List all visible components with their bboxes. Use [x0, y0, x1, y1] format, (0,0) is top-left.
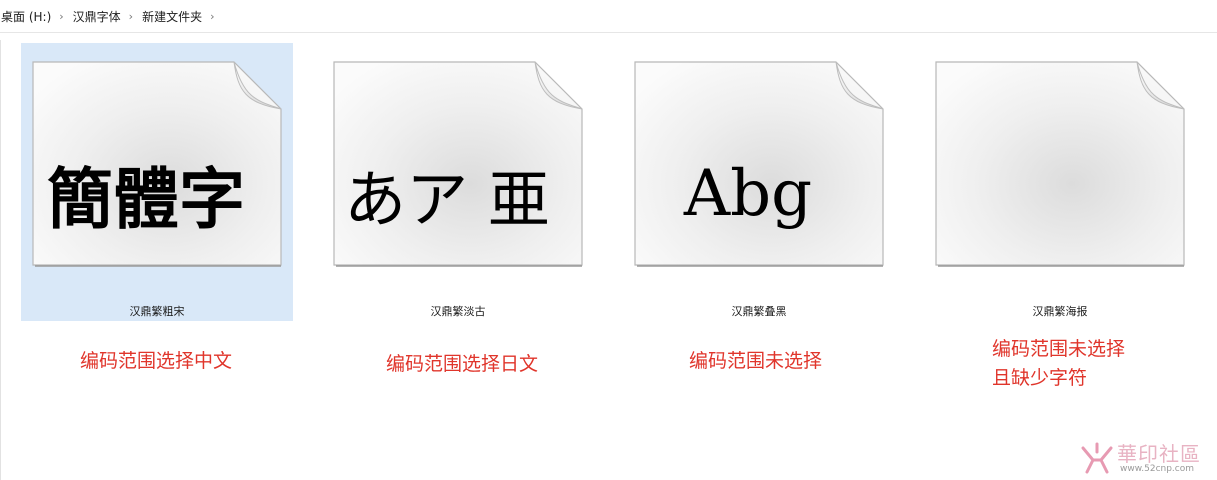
annotation-line: 编码范围选择中文: [80, 350, 233, 372]
breadcrumb-item-new-folder[interactable]: 新建文件夹: [140, 8, 204, 25]
watermark-text: 華印社區: [1117, 442, 1201, 466]
watermark-mark-icon: [1081, 442, 1113, 474]
file-name[interactable]: 汉鼎繁叠黑: [623, 303, 895, 319]
annotation-line: 且缺少字符: [992, 367, 1088, 389]
chevron-right-icon[interactable]: ›: [53, 10, 70, 23]
font-file-thumbnail: [935, 61, 1185, 267]
file-item[interactable]: あア 亜 汉鼎繁淡古: [322, 43, 594, 321]
watermark-logo: 華印社區 www.52cnp.com: [1079, 438, 1209, 478]
breadcrumb-item-font-folder[interactable]: 汉鼎字体: [71, 8, 123, 25]
font-file-thumbnail: 簡體字: [32, 61, 282, 267]
annotation-note: 编码范围未选择 且缺少字符: [992, 335, 1125, 393]
file-item[interactable]: 簡體字 汉鼎繁粗宋: [21, 43, 293, 321]
annotation-line: 编码范围选择日文: [386, 353, 539, 375]
watermark-url: www.52cnp.com: [1120, 464, 1195, 474]
font-preview-glyphs: [935, 119, 1163, 269]
file-name[interactable]: 汉鼎繁淡古: [322, 303, 594, 319]
font-preview-glyphs: 簡體字: [47, 160, 245, 238]
font-preview-glyphs: あア 亜: [344, 163, 550, 236]
breadcrumb-item-drive[interactable]: 桌面 (H:): [0, 8, 53, 25]
font-file-thumbnail: あア 亜: [333, 61, 583, 267]
annotation-line: 编码范围未选择: [689, 350, 823, 372]
breadcrumb: 桌面 (H:) › 汉鼎字体 › 新建文件夹 ›: [0, 0, 1217, 33]
chevron-right-icon[interactable]: ›: [123, 10, 140, 23]
annotation-note: 编码范围未选择: [689, 347, 822, 376]
content-pane-border: [0, 40, 1, 480]
font-file-thumbnail: Abg: [634, 61, 884, 267]
annotation-note: 编码范围选择日文: [386, 350, 538, 379]
file-name[interactable]: 汉鼎繁粗宋: [21, 303, 293, 319]
annotation-note: 编码范围选择中文: [80, 347, 232, 376]
file-name[interactable]: 汉鼎繁海报: [924, 303, 1196, 319]
chevron-right-icon[interactable]: ›: [204, 10, 221, 23]
file-item[interactable]: 汉鼎繁海报: [924, 43, 1196, 321]
file-item[interactable]: Abg 汉鼎繁叠黑: [623, 43, 895, 321]
font-preview-glyphs: Abg: [683, 157, 813, 231]
annotation-line: 编码范围未选择: [992, 338, 1126, 360]
